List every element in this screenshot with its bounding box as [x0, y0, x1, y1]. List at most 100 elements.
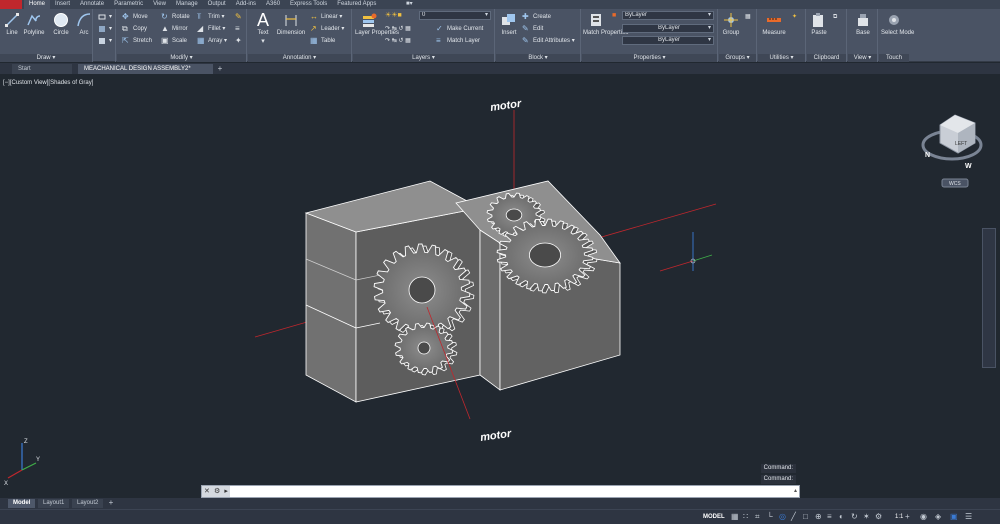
workspace-gear-icon[interactable]: ⚙ — [875, 513, 883, 521]
rectangle-tool[interactable]: ▾ — [98, 12, 112, 22]
isodraft-icon[interactable]: ╱ — [791, 513, 799, 521]
doc-tab-assembly[interactable]: MEACHANICAL DESIGN ASSEMBLY2* — [78, 64, 213, 74]
layout-tab-model[interactable]: Model — [8, 499, 36, 508]
select-mode-button[interactable]: Select Mode — [881, 11, 914, 51]
snap-icon[interactable]: ∷ — [743, 513, 751, 521]
plus-icon[interactable]: + — [905, 513, 913, 521]
isolate-icon[interactable]: ◉ — [920, 513, 928, 521]
draw-panel-title[interactable]: Draw ▾ — [0, 54, 92, 62]
new-tab-button[interactable]: + — [215, 64, 225, 74]
edit-block-tool[interactable]: ✎ Edit — [522, 24, 543, 34]
modify-panel-title[interactable]: Modify ▾ — [117, 54, 246, 62]
table-tool[interactable]: ▦ Table — [310, 36, 335, 46]
match-layer-tool[interactable]: ≡ Match Layer — [436, 36, 480, 46]
utility-tools[interactable]: ✦ — [792, 12, 797, 22]
polyline-button[interactable]: Polyline — [22, 11, 46, 51]
ribbon-tab-home[interactable]: Home — [24, 0, 51, 9]
drawing-viewport[interactable]: [−][Custom View][Shades of Gray] motor m… — [0, 75, 1000, 495]
arc-button[interactable]: Arc — [72, 11, 96, 51]
group-tools[interactable]: ▦ — [745, 12, 751, 22]
rotate-tool[interactable]: ↻ Rotate — [161, 12, 190, 22]
ribbon-tab-parametric[interactable]: Parametric — [109, 0, 148, 9]
copy-tool[interactable]: ⧉ Copy — [122, 24, 147, 34]
match-properties-button[interactable]: Match Properties — [583, 11, 628, 51]
array-tool[interactable]: ▦ Array ▾ — [197, 36, 227, 46]
wrench-icon[interactable]: ⚙ — [214, 486, 220, 497]
utilities-panel-title[interactable]: Utilities ▾ — [758, 54, 805, 62]
move-tool[interactable]: ✥ Move — [122, 12, 148, 22]
dimension-button[interactable]: Dimension — [275, 11, 307, 51]
explode-tool[interactable]: ✦ — [235, 36, 246, 46]
ribbon-tab-annotate[interactable]: Annotate — [75, 0, 109, 9]
close-icon[interactable]: ✕ — [204, 486, 210, 497]
application-menu-button[interactable] — [0, 0, 22, 9]
offset-tool[interactable]: ≡ — [235, 24, 246, 34]
command-line[interactable]: ✕ ⚙ ▸ ▴ — [201, 485, 800, 498]
block-panel-title[interactable]: Block ▾ — [496, 54, 580, 62]
layers-panel-title[interactable]: Layers ▾ — [353, 54, 494, 62]
ribbon-tab-view[interactable]: View — [148, 0, 171, 9]
hatch-tool[interactable]: ▾ — [98, 24, 112, 34]
viewcube[interactable]: LEFT N W WCS — [921, 114, 983, 188]
scale-tool[interactable]: ▣ Scale — [161, 36, 187, 46]
ribbon-tab-output[interactable]: Output — [203, 0, 231, 9]
gradient-tool[interactable]: ▾ — [98, 36, 112, 46]
fillet-tool[interactable]: ◢ Fillet ▾ — [197, 24, 225, 34]
ribbon-tab-manage[interactable]: Manage — [171, 0, 203, 9]
clean-screen-icon[interactable]: ▣ — [950, 513, 958, 521]
ribbon-tab-express-tools[interactable]: Express Tools — [285, 0, 332, 9]
mirror-tool[interactable]: ▲ Mirror — [161, 24, 188, 34]
ribbon-tab-add-ins[interactable]: Add-ins — [231, 0, 261, 9]
transparency-icon[interactable]: ◐ — [839, 513, 847, 521]
command-input[interactable] — [232, 487, 772, 496]
view-panel-title[interactable]: View ▾ — [848, 54, 877, 62]
ribbon-minimize-icon[interactable]: ■▾ — [406, 1, 420, 8]
base-button[interactable]: Base — [851, 11, 875, 51]
linear-dim-tool[interactable]: ↔ Linear ▾ — [310, 12, 342, 22]
doc-tab-start[interactable]: Start — [12, 64, 72, 74]
model-space-toggle[interactable]: MODEL — [703, 512, 725, 522]
ribbon-tab-a360[interactable]: A360 — [261, 0, 285, 9]
otrack-icon[interactable]: ⊕ — [815, 513, 823, 521]
annotation-panel-title[interactable]: Annotation ▾ — [248, 54, 351, 62]
groups-panel-title[interactable]: Groups ▾ — [719, 54, 756, 62]
properties-panel-title[interactable]: Properties ▾ — [582, 54, 717, 62]
text-button[interactable]: A Text ▾ — [251, 11, 275, 51]
line-button[interactable]: Line — [0, 11, 24, 51]
ribbon-tab-featured-apps[interactable]: Featured Apps — [332, 0, 381, 9]
touch-panel-title[interactable]: Touch — [879, 54, 909, 62]
layer-tools-row1[interactable]: ↷ ↹ ↺ ▦ — [385, 24, 411, 34]
measure-button[interactable]: Measure — [760, 11, 788, 51]
lineweight-dropdown[interactable]: ByLayer — [622, 36, 714, 45]
annotation-visibility-icon[interactable]: ✶ — [863, 513, 871, 521]
layout-tab-layout2[interactable]: Layout2 — [72, 499, 104, 508]
infer-icon[interactable]: ⌗ — [755, 513, 763, 521]
navigation-bar[interactable] — [982, 228, 996, 368]
layer-state-icons[interactable]: ☀☀■ — [385, 11, 402, 21]
leader-tool[interactable]: ↗ Leader ▾ — [310, 24, 344, 34]
lineweight-icon[interactable]: ≡ — [827, 513, 835, 521]
trim-tool[interactable]: ⫪ Trim ▾ — [197, 12, 224, 22]
group-button[interactable]: Group — [719, 11, 743, 51]
color-dropdown[interactable]: ByLayer — [622, 11, 714, 20]
polar-icon[interactable]: ◎ — [779, 513, 787, 521]
annotation-scale[interactable]: 1:1 — [895, 512, 903, 522]
customize-icon[interactable]: ☰ — [965, 513, 973, 521]
layer-dropdown[interactable]: 0 — [419, 11, 491, 20]
layer-tools-row2[interactable]: ↷ ↹ ↺ ▦ — [385, 36, 411, 46]
circle-button[interactable]: Circle — [49, 11, 73, 51]
make-current-tool[interactable]: ✓ Make Current — [436, 24, 483, 34]
command-line-controls[interactable]: ✕ ⚙ ▸ — [202, 486, 230, 497]
hardware-accel-icon[interactable]: ◈ — [935, 513, 943, 521]
layer-properties-button[interactable]: Layer Properties — [355, 11, 399, 51]
layout-tab-layout1[interactable]: Layout1 — [38, 499, 70, 508]
create-block-tool[interactable]: ✚ Create — [522, 12, 551, 22]
erase-tool[interactable]: ✎ — [235, 12, 246, 22]
grid-icon[interactable]: ▦ — [731, 513, 739, 521]
osnap-icon[interactable]: □ — [803, 513, 811, 521]
copy-clip-tool[interactable]: ⧉ — [833, 12, 837, 22]
selection-cycle-icon[interactable]: ↻ — [851, 513, 859, 521]
insert-button[interactable]: Insert — [497, 11, 521, 51]
edit-attributes-tool[interactable]: ✎ Edit Attributes ▾ — [522, 36, 575, 46]
command-history-toggle-icon[interactable]: ▴ — [794, 486, 797, 497]
